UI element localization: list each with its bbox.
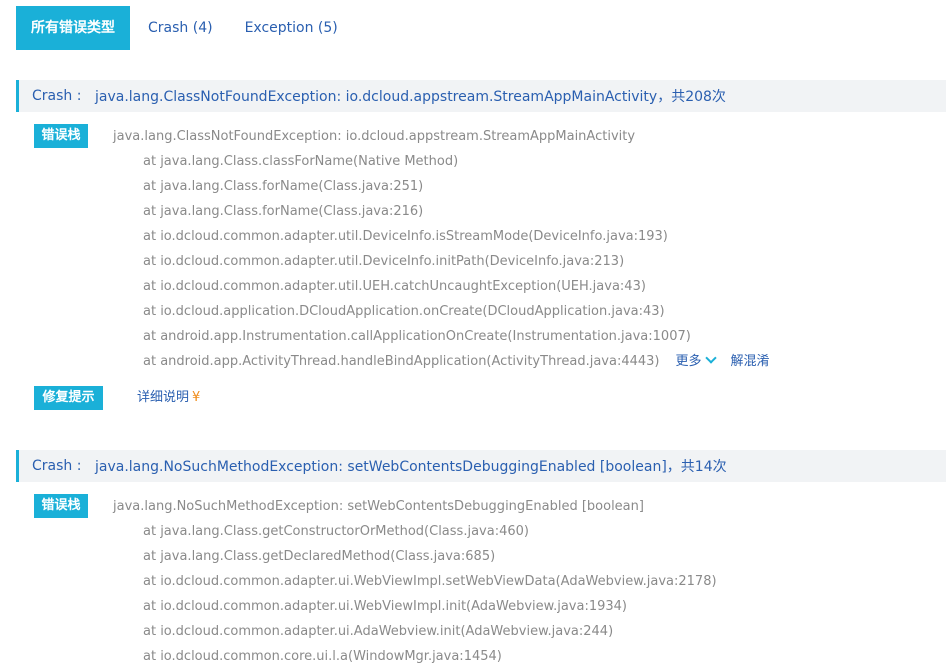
- stack-line: at io.dcloud.application.DCloudApplicati…: [143, 304, 665, 319]
- stack-line: at java.lang.Class.getConstructorOrMetho…: [143, 524, 529, 539]
- stack-line: at io.dcloud.common.adapter.ui.WebViewIm…: [143, 599, 627, 614]
- stack-line: at io.dcloud.common.adapter.util.DeviceI…: [143, 254, 625, 269]
- chevron-down-icon: [704, 352, 717, 364]
- crash-header: Crash : java.lang.NoSuchMethodException:…: [16, 450, 946, 482]
- deobfuscate-button[interactable]: 解混淆: [731, 354, 770, 369]
- detail-link-label: 详细说明: [137, 390, 190, 405]
- crash-type-label: Crash :: [32, 458, 82, 474]
- stack-head: java.lang.NoSuchMethodException: setWebC…: [113, 499, 644, 514]
- stack-line: at android.app.ActivityThread.handleBind…: [143, 354, 660, 369]
- stack-line: at java.lang.Class.classForName(Native M…: [143, 154, 459, 169]
- tab-all-error-types[interactable]: 所有错误类型: [16, 6, 130, 50]
- detail-link[interactable]: 详细说明 ¥: [137, 386, 200, 410]
- stack-trace: java.lang.NoSuchMethodException: setWebC…: [113, 494, 717, 669]
- stack-line: at java.lang.Class.getDeclaredMethod(Cla…: [143, 549, 496, 564]
- stack-line: at android.app.Instrumentation.callAppli…: [143, 329, 691, 344]
- stack-head: java.lang.ClassNotFoundException: io.dcl…: [113, 129, 636, 144]
- stack-badge: 错误栈: [34, 494, 88, 518]
- stack-trace: java.lang.ClassNotFoundException: io.dcl…: [113, 124, 770, 374]
- stack-line: at io.dcloud.common.adapter.util.DeviceI…: [143, 229, 668, 244]
- tab-exception[interactable]: Exception (5): [231, 6, 352, 50]
- crash-header: Crash : java.lang.ClassNotFoundException…: [16, 80, 946, 112]
- stack-line-last: at android.app.ActivityThread.handleBind…: [113, 349, 770, 374]
- crash-title-link[interactable]: java.lang.ClassNotFoundException: io.dcl…: [95, 86, 726, 106]
- stack-line: at io.dcloud.common.core.ui.l.a(WindowMg…: [143, 649, 502, 664]
- tab-crash[interactable]: Crash (4): [134, 6, 227, 50]
- crash-type-label: Crash :: [32, 88, 82, 104]
- stack-line: at java.lang.Class.forName(Class.java:21…: [143, 204, 424, 219]
- crash-title-link[interactable]: java.lang.NoSuchMethodException: setWebC…: [95, 456, 727, 476]
- fix-hint-badge: 修复提示: [34, 386, 103, 410]
- stack-badge: 错误栈: [34, 124, 88, 148]
- more-button[interactable]: 更多: [675, 352, 717, 369]
- more-label: 更多: [675, 354, 702, 369]
- stack-line: at io.dcloud.common.adapter.ui.WebViewIm…: [143, 574, 717, 589]
- stack-line: at java.lang.Class.forName(Class.java:25…: [143, 179, 424, 194]
- yen-icon: ¥: [192, 390, 201, 405]
- error-type-tabs: 所有错误类型 Crash (4) Exception (5): [16, 6, 356, 50]
- stack-line: at io.dcloud.common.adapter.util.UEH.cat…: [143, 279, 646, 294]
- stack-line: at io.dcloud.common.adapter.ui.AdaWebvie…: [143, 624, 614, 639]
